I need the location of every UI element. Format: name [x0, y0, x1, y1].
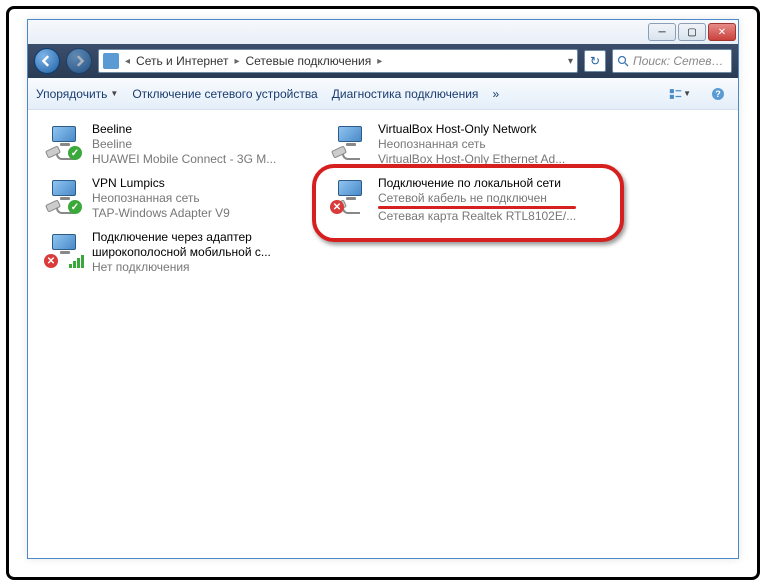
- back-button[interactable]: [34, 48, 60, 74]
- breadcrumb-segment[interactable]: Сетевые подключения: [245, 54, 371, 68]
- connection-name: Beeline: [92, 122, 276, 137]
- explorer-window: ─ ▢ ✕ ◂ Сеть и Интернет ▸ Сетевые подклю…: [27, 19, 739, 559]
- status-ok-icon: ✓: [68, 146, 82, 160]
- network-adapter-icon: ✕: [330, 176, 370, 216]
- minimize-button[interactable]: ─: [648, 23, 676, 41]
- connection-adapter: HUAWEI Mobile Connect - 3G M...: [92, 152, 276, 167]
- status-error-icon: ✕: [44, 254, 58, 268]
- connection-status: Неопознанная сеть: [92, 191, 230, 206]
- view-options-button[interactable]: ▼: [668, 83, 692, 105]
- forward-button[interactable]: [66, 48, 92, 74]
- breadcrumb-segment[interactable]: Сеть и Интернет: [136, 54, 228, 68]
- location-icon: [103, 53, 119, 69]
- network-adapter-icon: ✓: [44, 176, 84, 216]
- disable-label: Отключение сетевого устройства: [132, 87, 317, 101]
- address-dropdown-icon[interactable]: ▾: [568, 56, 573, 67]
- network-adapter-icon: ✓: [44, 122, 84, 162]
- network-adapter-icon: [330, 122, 370, 162]
- connection-name: Подключение по локальной сети: [378, 176, 576, 191]
- search-placeholder: Поиск: Сетев…: [633, 54, 724, 68]
- connection-item-lan[interactable]: ✕ Подключение по локальной сети Сетевой …: [324, 172, 612, 228]
- status-ok-icon: ✓: [68, 200, 82, 214]
- close-button[interactable]: ✕: [708, 23, 736, 41]
- connection-name: VPN Lumpics: [92, 176, 230, 191]
- maximize-button[interactable]: ▢: [678, 23, 706, 41]
- content-area: ✓ Beeline Beeline HUAWEI Mobile Connect …: [28, 110, 738, 558]
- breadcrumb-sep: ▸: [232, 56, 241, 67]
- connection-adapter: Сетевая карта Realtek RTL8102E/...: [378, 209, 576, 224]
- connection-item-broadband[interactable]: ✕ Подключение через адаптер широкополосн…: [38, 226, 318, 279]
- connection-status: Нет подключения: [92, 260, 312, 275]
- connection-status: Beeline: [92, 137, 276, 152]
- highlighted-connection: ✕ Подключение по локальной сети Сетевой …: [312, 164, 624, 242]
- organize-menu[interactable]: Упорядочить▼: [36, 87, 118, 101]
- command-bar: Упорядочить▼ Отключение сетевого устройс…: [28, 78, 738, 110]
- connection-item-beeline[interactable]: ✓ Beeline Beeline HUAWEI Mobile Connect …: [38, 118, 318, 171]
- help-button[interactable]: ?: [706, 83, 730, 105]
- navigation-bar: ◂ Сеть и Интернет ▸ Сетевые подключения …: [28, 44, 738, 78]
- connection-status: Неопознанная сеть: [378, 137, 565, 152]
- disable-device-button[interactable]: Отключение сетевого устройства: [132, 87, 317, 101]
- more-label: »: [492, 87, 499, 101]
- signal-bars-icon: [69, 255, 84, 268]
- screenshot-frame: ─ ▢ ✕ ◂ Сеть и Интернет ▸ Сетевые подклю…: [6, 6, 760, 580]
- address-bar[interactable]: ◂ Сеть и Интернет ▸ Сетевые подключения …: [98, 49, 578, 73]
- breadcrumb-sep: ◂: [123, 56, 132, 67]
- connection-adapter: TAP-Windows Adapter V9: [92, 206, 230, 221]
- diagnose-label: Диагностика подключения: [332, 87, 479, 101]
- refresh-button[interactable]: ↻: [584, 50, 606, 72]
- search-input[interactable]: Поиск: Сетев…: [612, 49, 732, 73]
- organize-label: Упорядочить: [36, 87, 107, 101]
- titlebar: ─ ▢ ✕: [28, 20, 738, 44]
- status-error-icon: ✕: [330, 200, 344, 214]
- diagnose-button[interactable]: Диагностика подключения: [332, 87, 479, 101]
- svg-text:?: ?: [715, 89, 721, 99]
- more-commands[interactable]: »: [492, 87, 499, 101]
- breadcrumb-sep: ▸: [375, 56, 384, 67]
- connection-name: VirtualBox Host-Only Network: [378, 122, 565, 137]
- connection-status: Сетевой кабель не подключен: [378, 191, 576, 206]
- connection-item-vpn[interactable]: ✓ VPN Lumpics Неопознанная сеть TAP-Wind…: [38, 172, 318, 225]
- search-icon: [617, 55, 629, 67]
- connection-name: Подключение через адаптер широкополосной…: [92, 230, 312, 260]
- network-adapter-icon: ✕: [44, 230, 84, 270]
